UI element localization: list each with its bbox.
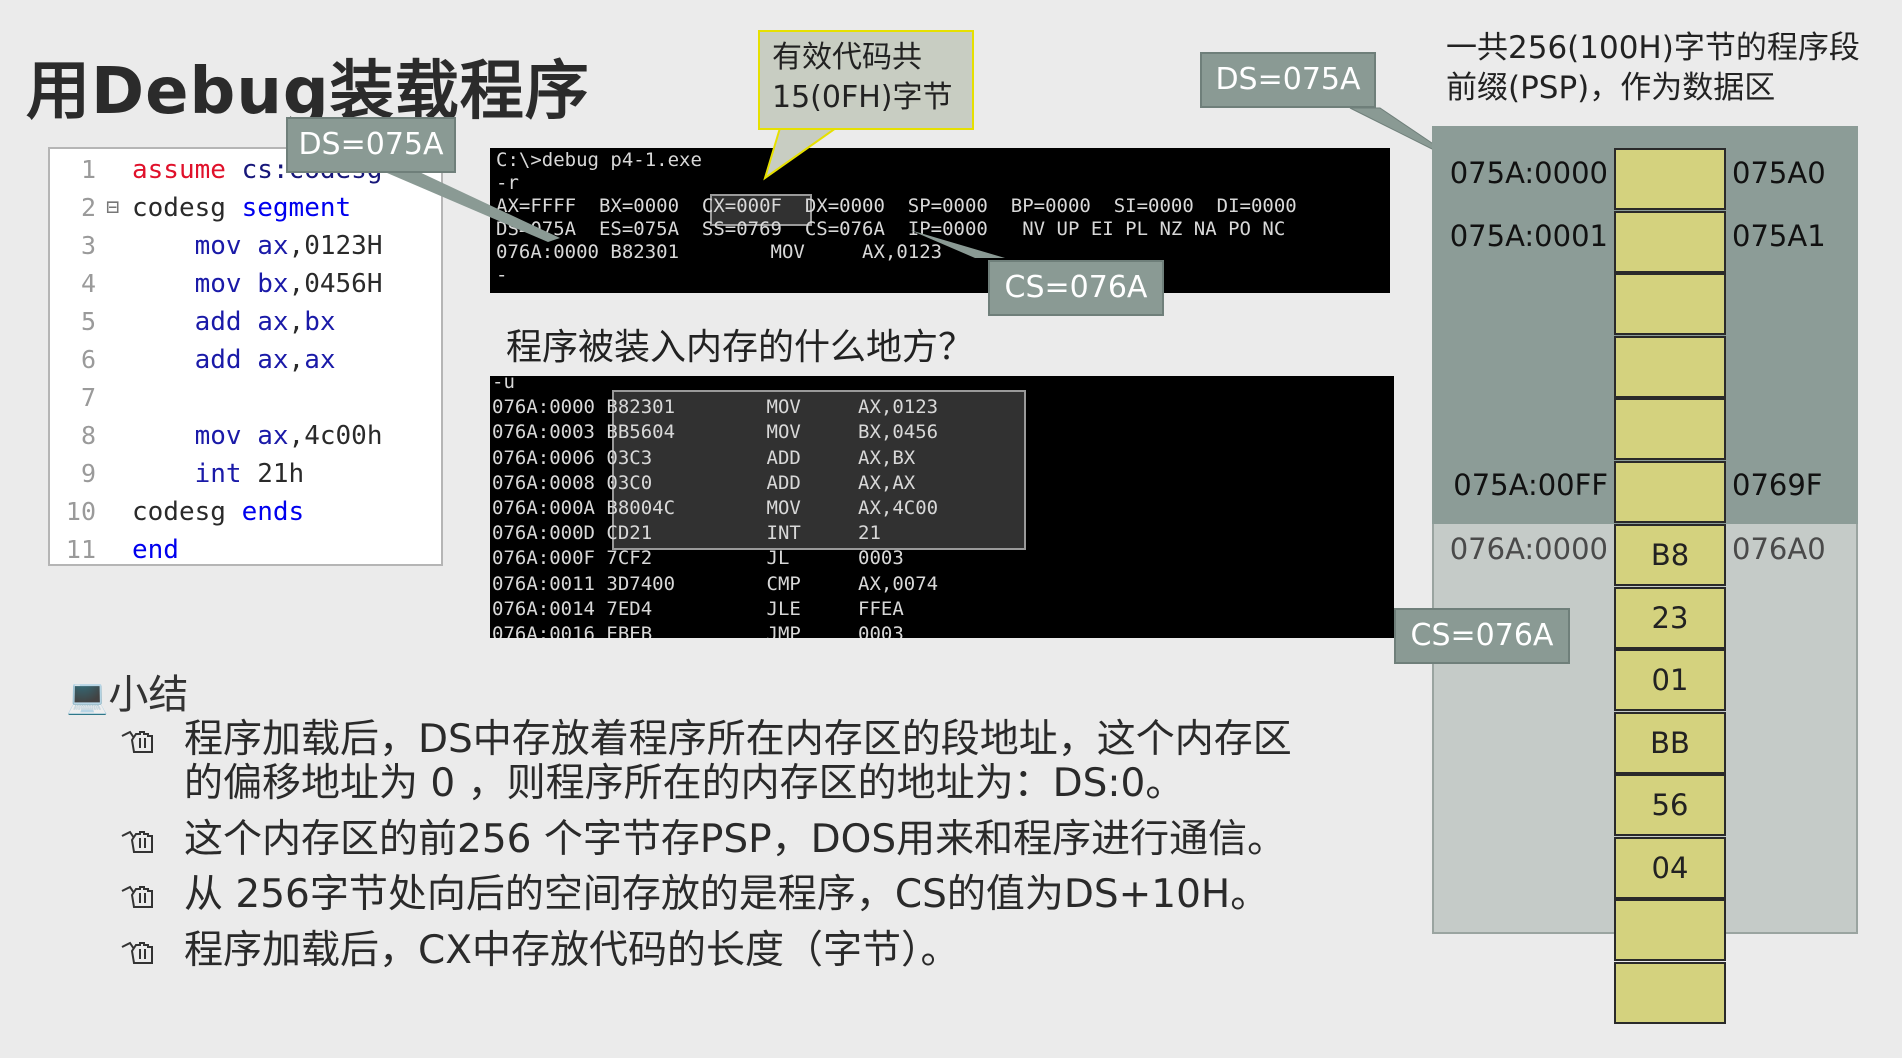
program-memory-cell xyxy=(1614,961,1726,1024)
psp-note-line2: 前缀(PSP)，作为数据区 xyxy=(1446,70,1776,106)
laptop-icon: 💻 xyxy=(66,677,109,717)
psp-memory-cell xyxy=(1614,460,1726,523)
psp-addr-right-0: 075A0 xyxy=(1732,156,1826,190)
psp-note-line1: 一共256(100H)字节的程序段 xyxy=(1446,30,1860,66)
ds-callout-code: DS=075A xyxy=(286,117,456,173)
summary-bullet-text: 程序加载后，DS中存放着程序所在内存区的段地址，这个内存区 xyxy=(184,717,1292,762)
summary-heading: 💻小结 xyxy=(66,662,188,720)
ds-callout-memory: DS=075A xyxy=(1200,52,1376,108)
psp-memory-cell xyxy=(1614,273,1726,335)
cs-callout-memory: CS=076A xyxy=(1394,608,1570,664)
ds-code-pointer xyxy=(380,170,560,242)
summary-heading-text: 小结 xyxy=(108,672,189,718)
program-memory-cell: 04 xyxy=(1614,836,1726,899)
program-memory-cell: BB xyxy=(1614,711,1726,774)
valid-code-line1: 有效代码共 xyxy=(772,40,922,75)
prog-addr-right: 076A0 xyxy=(1732,532,1826,566)
valid-code-pointer xyxy=(763,127,840,181)
pointer-hand-icon xyxy=(120,824,158,858)
summary-bullet-text: 的偏移地址为 0 ，则程序所在的内存区的地址为：DS:0。 xyxy=(184,761,1185,806)
program-memory-cell: 01 xyxy=(1614,649,1726,711)
psp-memory-cell xyxy=(1614,398,1726,460)
psp-addr-right-ff: 0769F xyxy=(1732,468,1823,502)
pointer-hand-icon xyxy=(120,935,158,969)
program-memory-cell: 23 xyxy=(1614,586,1726,649)
valid-code-callout: 有效代码共 15(0FH)字节 xyxy=(758,30,974,130)
valid-code-line2: 15(0FH)字节 xyxy=(772,80,953,115)
program-memory-cell: 56 xyxy=(1614,774,1726,836)
summary-bullet-text: 这个内存区的前256 个字节存PSP，DOS用来和程序进行通信。 xyxy=(184,817,1287,862)
psp-addr-left-1: 075A:0001 xyxy=(1449,219,1608,253)
cs-callout-terminal: CS=076A xyxy=(988,260,1164,316)
pointer-hand-icon xyxy=(120,724,158,758)
psp-memory-cell xyxy=(1614,210,1726,273)
program-memory-cell xyxy=(1614,899,1726,961)
psp-memory-cell xyxy=(1614,335,1726,398)
psp-note: 一共256(100H)字节的程序段 前缀(PSP)，作为数据区 xyxy=(1446,28,1860,108)
psp-addr-left-ff: 075A:00FF xyxy=(1453,468,1608,502)
psp-addr-right-1: 075A1 xyxy=(1732,219,1826,253)
cs-term-pointer xyxy=(910,230,1005,258)
pointer-hand-icon xyxy=(120,879,158,913)
prog-addr-left: 076A:0000 xyxy=(1449,532,1608,566)
psp-memory-cell xyxy=(1614,148,1726,210)
summary-bullet-text: 从 256字节处向后的空间存放的是程序，CS的值为DS+10H。 xyxy=(184,872,1270,917)
summary-bullet-text: 程序加载后，CX中存放代码的长度（字节）。 xyxy=(184,928,960,973)
program-memory-cell: B8 xyxy=(1614,524,1726,586)
psp-addr-left-0: 075A:0000 xyxy=(1449,156,1608,190)
